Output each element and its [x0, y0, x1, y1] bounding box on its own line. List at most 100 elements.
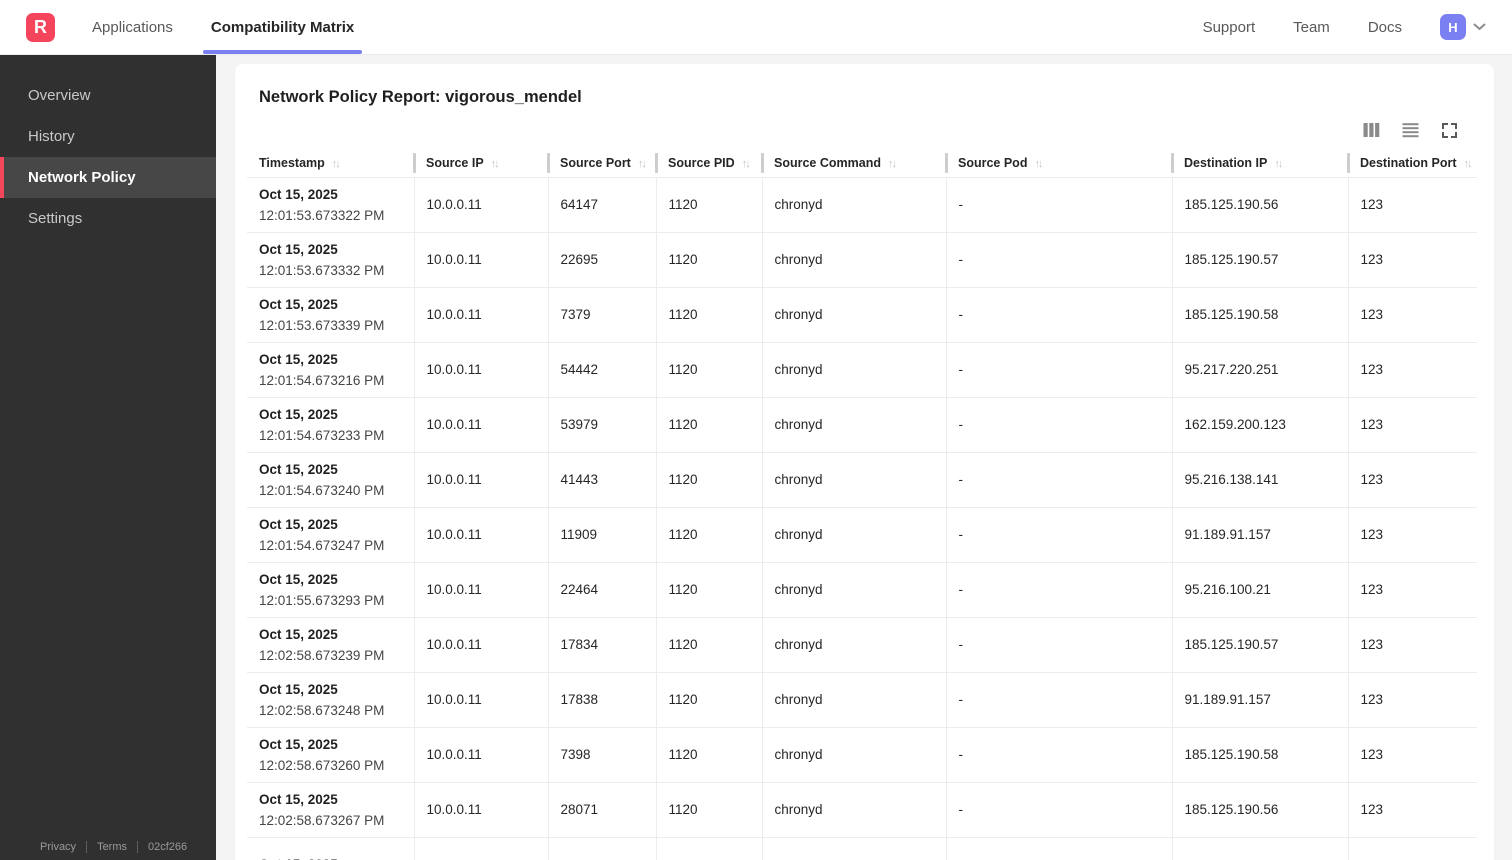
destination-ip-cell: 185.125.190.56: [1171, 177, 1348, 233]
source-pod-cell: -: [945, 397, 1172, 453]
app-logo[interactable]: R: [26, 12, 55, 42]
sidebar-item-history[interactable]: History: [0, 116, 216, 157]
fullscreen-icon[interactable]: [1440, 121, 1458, 139]
column-header-source-ip[interactable]: Source IP ↑↓: [413, 149, 548, 178]
column-header-source-pod[interactable]: Source Pod ↑↓: [945, 149, 1172, 178]
tab-applications[interactable]: Applications: [90, 0, 175, 54]
destination-port-cell: 123: [1347, 617, 1477, 673]
table-body: Oct 15, 2025 12:01:53.673322 PM 10.0.0.1…: [247, 177, 1477, 860]
source-pid-cell: 1120: [655, 507, 762, 563]
table-row[interactable]: Oct 15, 2025 12:02:58.673248 PM 10.0.0.1…: [247, 672, 1477, 728]
column-resize-handle[interactable]: [547, 153, 550, 173]
docs-link[interactable]: Docs: [1368, 19, 1402, 36]
source-command-cell: chronyd: [761, 672, 946, 728]
sort-icon[interactable]: ↑↓: [1274, 158, 1283, 170]
terms-link[interactable]: Terms: [97, 841, 127, 853]
chevron-down-icon[interactable]: [1473, 18, 1486, 36]
column-resize-handle[interactable]: [1347, 153, 1350, 173]
destination-port-cell: [1347, 837, 1477, 860]
table-row[interactable]: Oct 15, 2025 12:01:53.673322 PM 10.0.0.1…: [247, 177, 1477, 233]
timestamp-cell: Oct 15, 2025 12:01:53.673332 PM: [247, 232, 414, 288]
sort-icon[interactable]: ↑↓: [1464, 158, 1473, 170]
sort-icon[interactable]: ↑↓: [332, 158, 341, 170]
source-ip-cell: 10.0.0.11: [413, 397, 548, 453]
source-command-cell: chronyd: [761, 617, 946, 673]
sort-icon[interactable]: ↑↓: [1034, 158, 1043, 170]
table-row[interactable]: Oct 15, 2025 12:01:54.673247 PM 10.0.0.1…: [247, 507, 1477, 563]
destination-ip-cell: 185.125.190.56: [1171, 782, 1348, 838]
timestamp-cell: Oct 15, 2025 12:02:58.673248 PM: [247, 672, 414, 728]
column-label: Destination Port: [1360, 155, 1457, 170]
column-label: Source Port: [560, 155, 631, 170]
source-command-cell: chronyd: [761, 397, 946, 453]
sort-icon[interactable]: ↑↓: [638, 158, 647, 170]
column-header-source-command[interactable]: Source Command ↑↓: [761, 149, 946, 178]
sort-icon[interactable]: ↑↓: [888, 158, 897, 170]
table-row[interactable]: Oct 15, 2025 12:01:55.673293 PM 10.0.0.1…: [247, 562, 1477, 618]
destination-port-cell: 123: [1347, 232, 1477, 288]
source-ip-cell: 10.0.0.11: [413, 342, 548, 398]
timestamp-cell: Oct 15, 2025 12:01:54.673233 PM: [247, 397, 414, 453]
column-resize-handle[interactable]: [413, 153, 416, 173]
source-command-cell: chronyd: [761, 287, 946, 343]
column-header-destination-port[interactable]: Destination Port ↑↓: [1347, 149, 1477, 178]
table-row[interactable]: Oct 15, 2025 12:01:53.673339 PM 10.0.0.1…: [247, 287, 1477, 343]
column-header-timestamp[interactable]: Timestamp ↑↓: [247, 149, 414, 178]
source-command-cell: chronyd: [761, 232, 946, 288]
source-ip-cell: 10.0.0.11: [413, 287, 548, 343]
user-menu[interactable]: H: [1440, 14, 1486, 40]
column-label: Destination IP: [1184, 155, 1268, 170]
table-row[interactable]: Oct 15, 2025 12:02:58.673260 PM 10.0.0.1…: [247, 727, 1477, 783]
privacy-link[interactable]: Privacy: [40, 841, 76, 853]
source-ip-cell: 10.0.0.11: [413, 617, 548, 673]
table-header-row: Timestamp ↑↓ Source IP ↑↓ Source Port ↑↓ Sourc…: [247, 149, 1477, 178]
source-pid-cell: 1120: [655, 287, 762, 343]
table-row[interactable]: Oct 15, 2025 12:02:58.673267 PM 10.0.0.1…: [247, 782, 1477, 838]
destination-port-cell: 123: [1347, 287, 1477, 343]
source-ip-cell: 10.0.0.11: [413, 562, 548, 618]
column-header-source-pid[interactable]: Source PID ↑↓: [655, 149, 762, 178]
columns-view-icon[interactable]: [1362, 121, 1380, 139]
destination-port-cell: 123: [1347, 727, 1477, 783]
avatar[interactable]: H: [1440, 14, 1466, 40]
sidebar-item-network-policy[interactable]: Network Policy: [0, 157, 216, 198]
source-pid-cell: 1120: [655, 562, 762, 618]
source-command-cell: chronyd: [761, 452, 946, 508]
table-row[interactable]: Oct 15, 2025 12:01:54.673233 PM 10.0.0.1…: [247, 397, 1477, 453]
source-port-cell: 7379: [547, 287, 656, 343]
source-pod-cell: -: [945, 507, 1172, 563]
footer-divider: [86, 841, 88, 853]
column-resize-handle[interactable]: [761, 153, 764, 173]
sidebar-item-overview[interactable]: Overview: [0, 75, 216, 116]
timestamp-cell: Oct 15, 2025 12:01:55.673293 PM: [247, 562, 414, 618]
sort-icon[interactable]: ↑↓: [491, 158, 500, 170]
column-resize-handle[interactable]: [945, 153, 948, 173]
source-ip-cell: 10.0.0.11: [413, 232, 548, 288]
source-ip-cell: 10.0.0.11: [413, 452, 548, 508]
source-port-cell: 54442: [547, 342, 656, 398]
table-wrap: Timestamp ↑↓ Source IP ↑↓ Source Port ↑↓ Sourc…: [235, 149, 1494, 860]
row-density-icon[interactable]: [1401, 121, 1419, 139]
column-header-source-port[interactable]: Source Port ↑↓: [547, 149, 656, 178]
source-port-cell: 17838: [547, 672, 656, 728]
column-header-destination-ip[interactable]: Destination IP ↑↓: [1171, 149, 1348, 178]
table-row[interactable]: Oct 15, 2025 12:01:54.673216 PM 10.0.0.1…: [247, 342, 1477, 398]
table-row[interactable]: Oct 15, 2025 12:01:54.673240 PM 10.0.0.1…: [247, 452, 1477, 508]
source-pod-cell: -: [945, 342, 1172, 398]
support-link[interactable]: Support: [1203, 19, 1256, 36]
timestamp-cell: Oct 15, 2025 12:02:58.673267 PM: [247, 782, 414, 838]
table-row[interactable]: Oct 15, 2025 12:01:53.673332 PM 10.0.0.1…: [247, 232, 1477, 288]
table-row[interactable]: Oct 15, 2025 12:02:58.673239 PM 10.0.0.1…: [247, 617, 1477, 673]
column-resize-handle[interactable]: [655, 153, 658, 173]
main-area: Network Policy Report: vigorous_mendel T…: [216, 55, 1512, 860]
column-resize-handle[interactable]: [1171, 153, 1174, 173]
source-pid-cell: 1120: [655, 342, 762, 398]
timestamp-cell: Oct 15, 2025: [247, 837, 414, 860]
sidebar: Overview History Network Policy Settings Pr…: [0, 55, 216, 860]
network-policy-table: Timestamp ↑↓ Source IP ↑↓ Source Port ↑↓ Sourc…: [247, 149, 1477, 860]
sidebar-item-settings[interactable]: Settings: [0, 198, 216, 239]
sort-icon[interactable]: ↑↓: [742, 158, 751, 170]
team-link[interactable]: Team: [1293, 19, 1330, 36]
tab-compatibility-matrix[interactable]: Compatibility Matrix: [202, 0, 363, 54]
table-row[interactable]: Oct 15, 2025: [247, 837, 1477, 860]
